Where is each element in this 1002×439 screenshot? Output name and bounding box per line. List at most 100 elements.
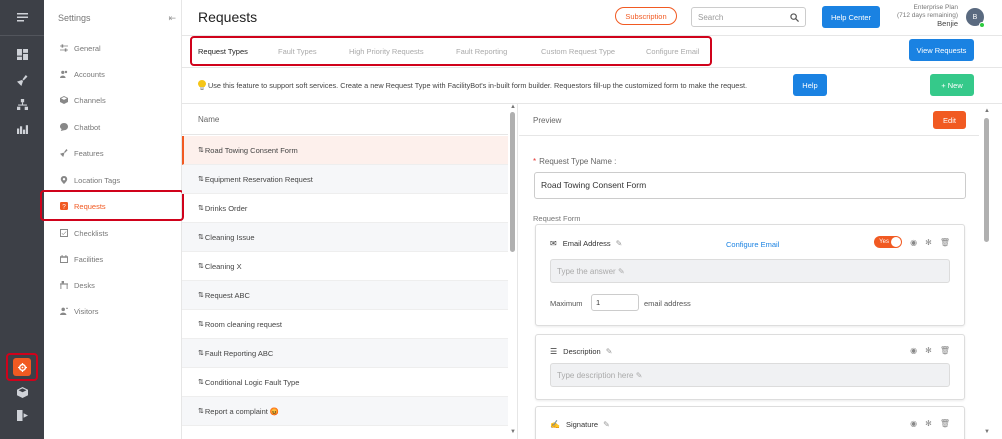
trash-icon[interactable]: 🗑 [940,238,950,247]
pencil-icon[interactable]: ✎ [603,420,610,429]
sidebar-item-facilities[interactable]: Facilities [44,248,182,270]
page-title: Requests [198,9,258,25]
sidebar-item-label: Features [74,148,104,158]
envelope-icon: ✉ [550,239,557,248]
list-item[interactable]: ⇅ Drinks Order [182,194,508,223]
email-field-tools: Yes ◉ ✻ 🗑 [874,236,950,248]
list-item-label: Road Towing Consent Form [204,145,298,155]
list-item[interactable]: ⇅ Road Towing Consent Form [182,136,508,165]
eye-icon[interactable]: ◉ [910,346,917,355]
scroll-down-icon[interactable]: ▼ [984,429,990,435]
info-bar: Use this feature to support soft service… [182,68,1002,104]
tab-fault-types[interactable]: Fault Types [278,47,349,56]
tab-request-types[interactable]: Request Types [198,47,278,56]
settings-icon [17,362,27,372]
collapse-sidebar-icon[interactable]: ⇤ [168,13,176,24]
asterisk-icon[interactable]: ✻ [925,238,932,247]
tab-configure-email[interactable]: Configure Email [646,47,706,56]
sort-icon: ⇅ [198,321,204,328]
sidebar-item-checklists[interactable]: Checklists [44,222,182,244]
list-item[interactable]: ⇅ Conditional Logic Fault Type [182,368,508,397]
signature-field-label: Signature [565,420,599,429]
request-type-name-field[interactable]: Road Towing Consent Form [534,172,966,199]
toggle-label: Yes [879,239,889,245]
trash-icon[interactable]: 🗑 [940,419,950,428]
trash-icon[interactable]: 🗑 [940,346,950,355]
view-requests-button[interactable]: View Requests [909,39,974,61]
requests-highlight-box [40,190,184,221]
cube-icon [58,94,70,106]
signature-field-tools: ◉ ✻ 🗑 [910,419,950,428]
top-header: Requests Subscription Search Help Center… [182,0,1002,36]
cube-icon[interactable] [12,382,32,402]
logout-icon[interactable] [12,405,32,425]
request-type-name-label: * Request Type Name : [533,157,616,166]
configure-email-link[interactable]: Configure Email [726,240,779,249]
sidebar-item-accounts[interactable]: Accounts [44,63,182,85]
sidebar-item-location-tags[interactable]: Location Tags [44,169,182,191]
answer-placeholder: Type the answer [557,267,616,276]
list-scrollbar[interactable] [510,112,515,252]
pencil-icon[interactable]: ✎ [616,239,623,248]
preview-header: Preview Edit [519,104,979,136]
list-item[interactable]: ⇅ Fault Reporting ABC [182,339,508,368]
help-button[interactable]: Help [793,74,827,96]
tab-high-priority-requests[interactable]: High Priority Requests [349,47,456,56]
list-item[interactable]: ⇅ Room cleaning request [182,310,508,339]
pencil-icon[interactable]: ✎ [606,347,613,356]
list-item[interactable]: ⇅ Equipment Reservation Request [182,165,508,194]
request-types-list: Name ⇅ Road Towing Consent Form ⇅ Equipmen… [182,104,518,439]
dashboard-icon[interactable] [12,44,32,64]
search-input[interactable]: Search [691,7,806,27]
sort-icon: ⇅ [198,263,204,270]
sort-icon: ⇅ [198,350,204,357]
sidebar-item-label: Location Tags [74,175,121,185]
required-toggle[interactable]: Yes [874,236,903,248]
list-item[interactable]: ⇅ Cleaning X [182,252,508,281]
plan-name: Enterprise Plan [913,4,958,11]
scroll-up-icon[interactable]: ▲ [510,104,516,110]
sort-icon: ⇅ [198,234,204,241]
sidebar-item-features[interactable]: Features [44,142,182,164]
help-center-button[interactable]: Help Center [822,6,880,28]
sidebar-item-channels[interactable]: Channels [44,89,182,111]
scroll-down-icon[interactable]: ▼ [510,429,516,435]
hierarchy-icon[interactable] [12,94,32,114]
edit-button[interactable]: Edit [933,111,966,129]
scroll-up-icon[interactable]: ▲ [984,108,990,114]
tab-custom-request-type[interactable]: Custom Request Type [541,47,646,56]
list-item-label: Drinks Order [204,203,248,213]
eye-icon[interactable]: ◉ [910,238,917,247]
list-item[interactable]: ⇅ Request ABC [182,281,508,310]
sidebar-item-desks[interactable]: Desks [44,274,182,296]
info-text: Use this feature to support soft service… [208,81,748,90]
preview-title: Preview [533,116,562,125]
sort-icon: ⇅ [198,408,204,415]
sidebar-item-label: General [74,43,101,53]
new-button[interactable]: + New [930,74,974,96]
asterisk-icon[interactable]: ✻ [925,346,932,355]
settings-rail-button[interactable] [6,353,38,381]
subscription-button[interactable]: Subscription [615,7,677,25]
list-header-name: Name [182,104,508,135]
maximum-label: Maximum [550,299,583,308]
list-item[interactable]: ⇅ Report a complaint 😡 [182,397,508,426]
sidebar-item-visitors[interactable]: Visitors [44,300,182,322]
menu-toggle[interactable] [0,0,44,36]
checklist-icon [58,227,70,239]
sidebar-item-general[interactable]: General [44,37,182,59]
eye-icon[interactable]: ◉ [910,419,917,428]
sidebar-item-label: Facilities [74,254,104,264]
analytics-icon[interactable] [12,118,32,138]
sort-icon: ⇅ [198,205,204,212]
preview-scrollbar[interactable] [984,118,989,242]
list-item[interactable]: ⇅ Cleaning Issue [182,223,508,252]
asterisk-icon[interactable]: ✻ [925,419,932,428]
pencil-icon: ✎ [617,267,625,276]
list-item-label: Report a complaint 😡 [204,406,280,416]
broom-icon[interactable] [12,70,32,90]
description-field-label: Description [563,347,601,356]
tab-fault-reporting[interactable]: Fault Reporting [456,47,541,56]
maximum-email-input[interactable]: 1 [591,294,639,311]
sidebar-item-chatbot[interactable]: Chatbot [44,116,182,138]
